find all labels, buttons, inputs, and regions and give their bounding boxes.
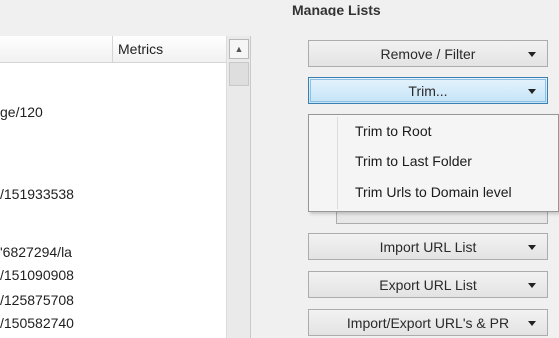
- import-url-list-label: Import URL List: [379, 238, 477, 255]
- menu-item-trim-to-root[interactable]: Trim to Root: [355, 123, 432, 139]
- list-item[interactable]: /151090908: [0, 267, 74, 283]
- menu-item-trim-to-last-folder[interactable]: Trim to Last Folder: [355, 153, 472, 169]
- list-item[interactable]: /150582740: [0, 315, 74, 331]
- dropdown-caret-icon: [528, 283, 536, 288]
- menu-gutter: [337, 117, 338, 209]
- export-url-list-button[interactable]: Export URL List: [308, 271, 548, 298]
- column-header-url[interactable]: [0, 36, 113, 62]
- dropdown-caret-icon: [528, 89, 536, 94]
- remove-filter-button[interactable]: Remove / Filter: [308, 40, 548, 67]
- scroll-thumb[interactable]: [229, 62, 249, 86]
- import-url-list-button[interactable]: Import URL List: [308, 233, 548, 260]
- vertical-scrollbar[interactable]: ▲: [226, 36, 250, 338]
- trim-dropdown-menu: Trim to Root Trim to Last Folder Trim Ur…: [308, 114, 559, 212]
- dropdown-caret-icon: [528, 321, 536, 326]
- column-header-metrics[interactable]: Metrics: [118, 41, 163, 57]
- export-url-list-label: Export URL List: [379, 276, 477, 293]
- list-item[interactable]: '6827294/la: [0, 244, 72, 260]
- manage-lists-title: Manage Lists: [292, 2, 381, 16]
- list-header: Metrics: [0, 36, 226, 63]
- hidden-button-under-menu[interactable]: [336, 212, 548, 224]
- remove-filter-label: Remove / Filter: [380, 45, 476, 62]
- dropdown-caret-icon: [528, 245, 536, 250]
- scroll-up-button[interactable]: ▲: [229, 39, 249, 59]
- url-list-panel: Metrics ▲ ge/120 /151933538 '6827294/la …: [0, 36, 251, 338]
- trim-button[interactable]: Trim...: [308, 77, 548, 104]
- list-item[interactable]: /125875708: [0, 292, 74, 308]
- scroll-up-arrow-icon: ▲: [234, 44, 244, 54]
- menu-item-trim-urls-to-domain-level[interactable]: Trim Urls to Domain level: [355, 184, 512, 200]
- list-item[interactable]: /151933538: [0, 186, 74, 202]
- import-export-pr-button[interactable]: Import/Export URL's & PR: [308, 309, 548, 336]
- list-item[interactable]: ge/120: [0, 104, 43, 120]
- dropdown-caret-icon: [528, 52, 536, 57]
- trim-label: Trim...: [408, 82, 448, 99]
- import-export-pr-label: Import/Export URL's & PR: [346, 314, 510, 331]
